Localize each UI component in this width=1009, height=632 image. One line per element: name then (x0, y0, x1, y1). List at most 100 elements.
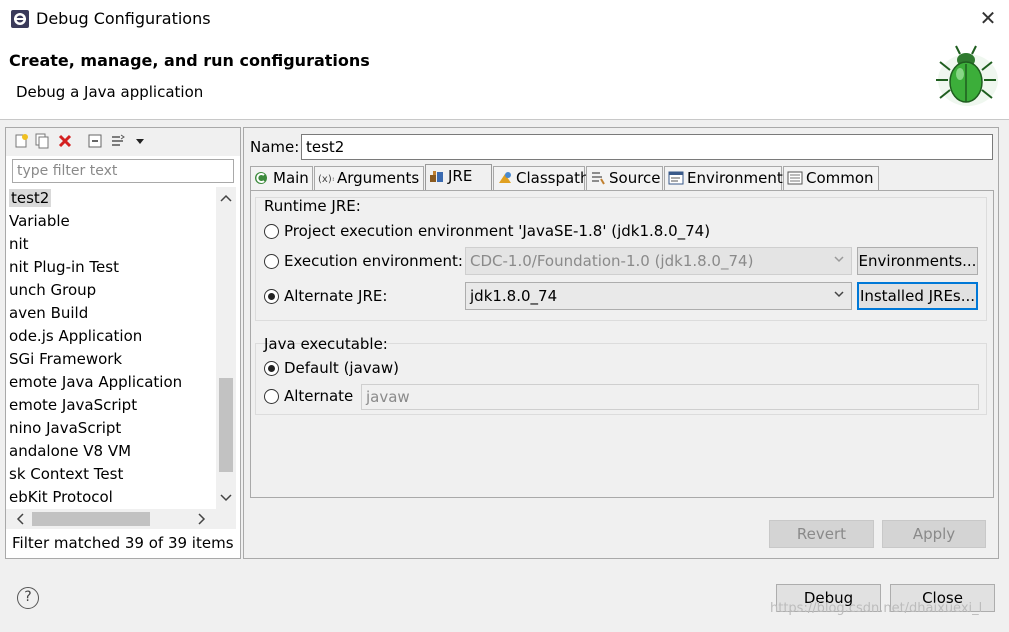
banner-subtitle: Debug a Java application (16, 83, 204, 101)
filter-input[interactable] (12, 159, 234, 183)
tab-environment[interactable]: Environment (664, 166, 783, 190)
tab-label: Arguments (337, 169, 420, 187)
main-icon (255, 172, 267, 184)
apply-button[interactable]: Apply (882, 520, 986, 548)
dialog-banner: Create, manage, and run configurations D… (0, 38, 1009, 120)
banner-title: Create, manage, and run configurations (9, 51, 370, 70)
list-item[interactable]: andalone V8 VM (9, 440, 131, 463)
alternate-jre-select[interactable]: jdk1.8.0_74 (465, 282, 852, 310)
filter-status-text: Filter matched 39 of 39 items (12, 534, 234, 552)
watermark-text: https://blog.csdn.net/dhaixuexi_l (770, 601, 983, 616)
list-item-label: nit Plug-in Test (9, 258, 119, 276)
list-item-label: nino JavaScript (9, 419, 122, 437)
list-item[interactable]: SGi Framework (9, 348, 122, 371)
window-title: Debug Configurations (36, 9, 211, 28)
list-item-label: SGi Framework (9, 350, 123, 368)
delete-icon[interactable] (57, 133, 73, 149)
classpath-icon (499, 172, 511, 183)
alternate-jre-radio[interactable] (264, 289, 279, 304)
exec-env-radio[interactable] (264, 254, 279, 269)
revert-button[interactable]: Revert (769, 520, 874, 548)
alternate-jre-value: jdk1.8.0_74 (470, 287, 558, 305)
installed-jres-button[interactable]: Installed JREs... (857, 282, 978, 310)
list-item-label: test2 (9, 189, 52, 207)
environment-icon (668, 171, 684, 185)
alternate-exec-label: Alternate (284, 387, 354, 405)
tab-label: JRE (448, 167, 473, 185)
tab-arguments[interactable]: (x)=Arguments (314, 166, 424, 190)
name-label: Name: (250, 138, 300, 156)
scroll-left-arrow-icon[interactable] (12, 510, 28, 528)
list-item[interactable]: ode.js Application (9, 325, 142, 348)
duplicate-icon[interactable] (34, 133, 50, 149)
list-item[interactable]: ebKit Protocol (9, 486, 113, 509)
list-item-label: andalone V8 VM (9, 442, 132, 460)
list-item[interactable]: nit (9, 233, 29, 256)
vertical-scrollbar[interactable] (216, 187, 236, 509)
list-item-label: emote Java Application (9, 373, 183, 391)
jre-tab-body: Runtime JRE: Project execution environme… (250, 190, 994, 498)
chevron-down-icon (833, 288, 845, 303)
common-icon (787, 171, 803, 185)
arguments-icon: (x)= (318, 174, 334, 185)
list-item-label: Variable (9, 212, 70, 230)
list-item[interactable]: emote Java Application (9, 371, 182, 394)
list-item-label: ode.js Application (9, 327, 143, 345)
list-item[interactable]: nit Plug-in Test (9, 256, 119, 279)
tab-jre[interactable]: JRE (425, 164, 492, 191)
list-item-label: nit (9, 235, 29, 253)
list-item[interactable]: aven Build (9, 302, 88, 325)
tab-source[interactable]: Source (586, 166, 663, 190)
list-item[interactable]: test2 (9, 187, 52, 210)
exec-env-select[interactable]: CDC-1.0/Foundation-1.0 (jdk1.8.0_74) (465, 247, 852, 275)
alternate-exec-radio[interactable] (264, 389, 279, 404)
name-field[interactable] (301, 134, 993, 160)
tab-main[interactable]: Main (250, 166, 313, 190)
close-icon[interactable]: ✕ (975, 5, 1001, 31)
tab-label: Common (806, 169, 874, 187)
help-icon[interactable]: ? (17, 587, 39, 609)
alternate-jre-label: Alternate JRE: (284, 287, 388, 305)
exec-env-value: CDC-1.0/Foundation-1.0 (jdk1.8.0_74) (470, 252, 754, 270)
eclipse-app-icon (11, 10, 29, 28)
alternate-exec-field[interactable]: javaw (361, 384, 979, 410)
collapse-all-icon[interactable] (87, 133, 103, 149)
horizontal-scroll-thumb[interactable] (32, 512, 150, 526)
environments-button[interactable]: Environments... (857, 247, 978, 275)
tab-classpath[interactable]: Classpath (493, 166, 590, 190)
runtime-jre-label: Runtime JRE: (264, 197, 361, 215)
configuration-list: test2 Variable nit nit Plug-in Test unch… (6, 187, 216, 509)
list-item-label: unch Group (9, 281, 97, 299)
view-menu-chevron-down-icon[interactable] (132, 133, 148, 149)
new-config-icon[interactable] (13, 133, 29, 149)
scroll-up-arrow-icon[interactable] (216, 189, 236, 207)
filter-icon[interactable] (110, 133, 126, 149)
source-icon (592, 172, 605, 185)
list-item-label: emote JavaScript (9, 396, 138, 414)
list-item[interactable]: unch Group (9, 279, 96, 302)
configuration-tree-panel: test2 Variable nit nit Plug-in Test unch… (5, 127, 241, 559)
project-env-radio[interactable] (264, 224, 279, 239)
list-item[interactable]: sk Context Test (9, 463, 123, 486)
jre-icon (430, 171, 443, 182)
list-item[interactable]: Variable (9, 210, 70, 233)
java-executable-label: Java executable: (264, 335, 388, 353)
list-item[interactable]: nino JavaScript (9, 417, 121, 440)
default-javaw-label: Default (javaw) (284, 359, 399, 377)
scroll-right-arrow-icon[interactable] (194, 510, 210, 528)
list-item-label: sk Context Test (9, 465, 124, 483)
tab-strip: Main (x)=Arguments JRE Classpath Source … (250, 164, 994, 191)
project-env-label: Project execution environment 'JavaSE-1.… (284, 222, 711, 240)
default-javaw-radio[interactable] (264, 361, 279, 376)
bug-icon (936, 45, 998, 106)
vertical-scroll-thumb[interactable] (219, 378, 233, 472)
svg-text:(x)=: (x)= (318, 174, 334, 185)
scroll-down-arrow-icon[interactable] (216, 489, 236, 507)
tab-common[interactable]: Common (783, 166, 879, 190)
list-item[interactable]: emote JavaScript (9, 394, 137, 417)
title-bar: Debug Configurations ✕ (0, 0, 1009, 38)
horizontal-scrollbar[interactable] (6, 509, 236, 529)
tab-label: Source (609, 169, 661, 187)
exec-env-label: Execution environment: (284, 252, 463, 270)
tab-label: Environment (687, 169, 783, 187)
